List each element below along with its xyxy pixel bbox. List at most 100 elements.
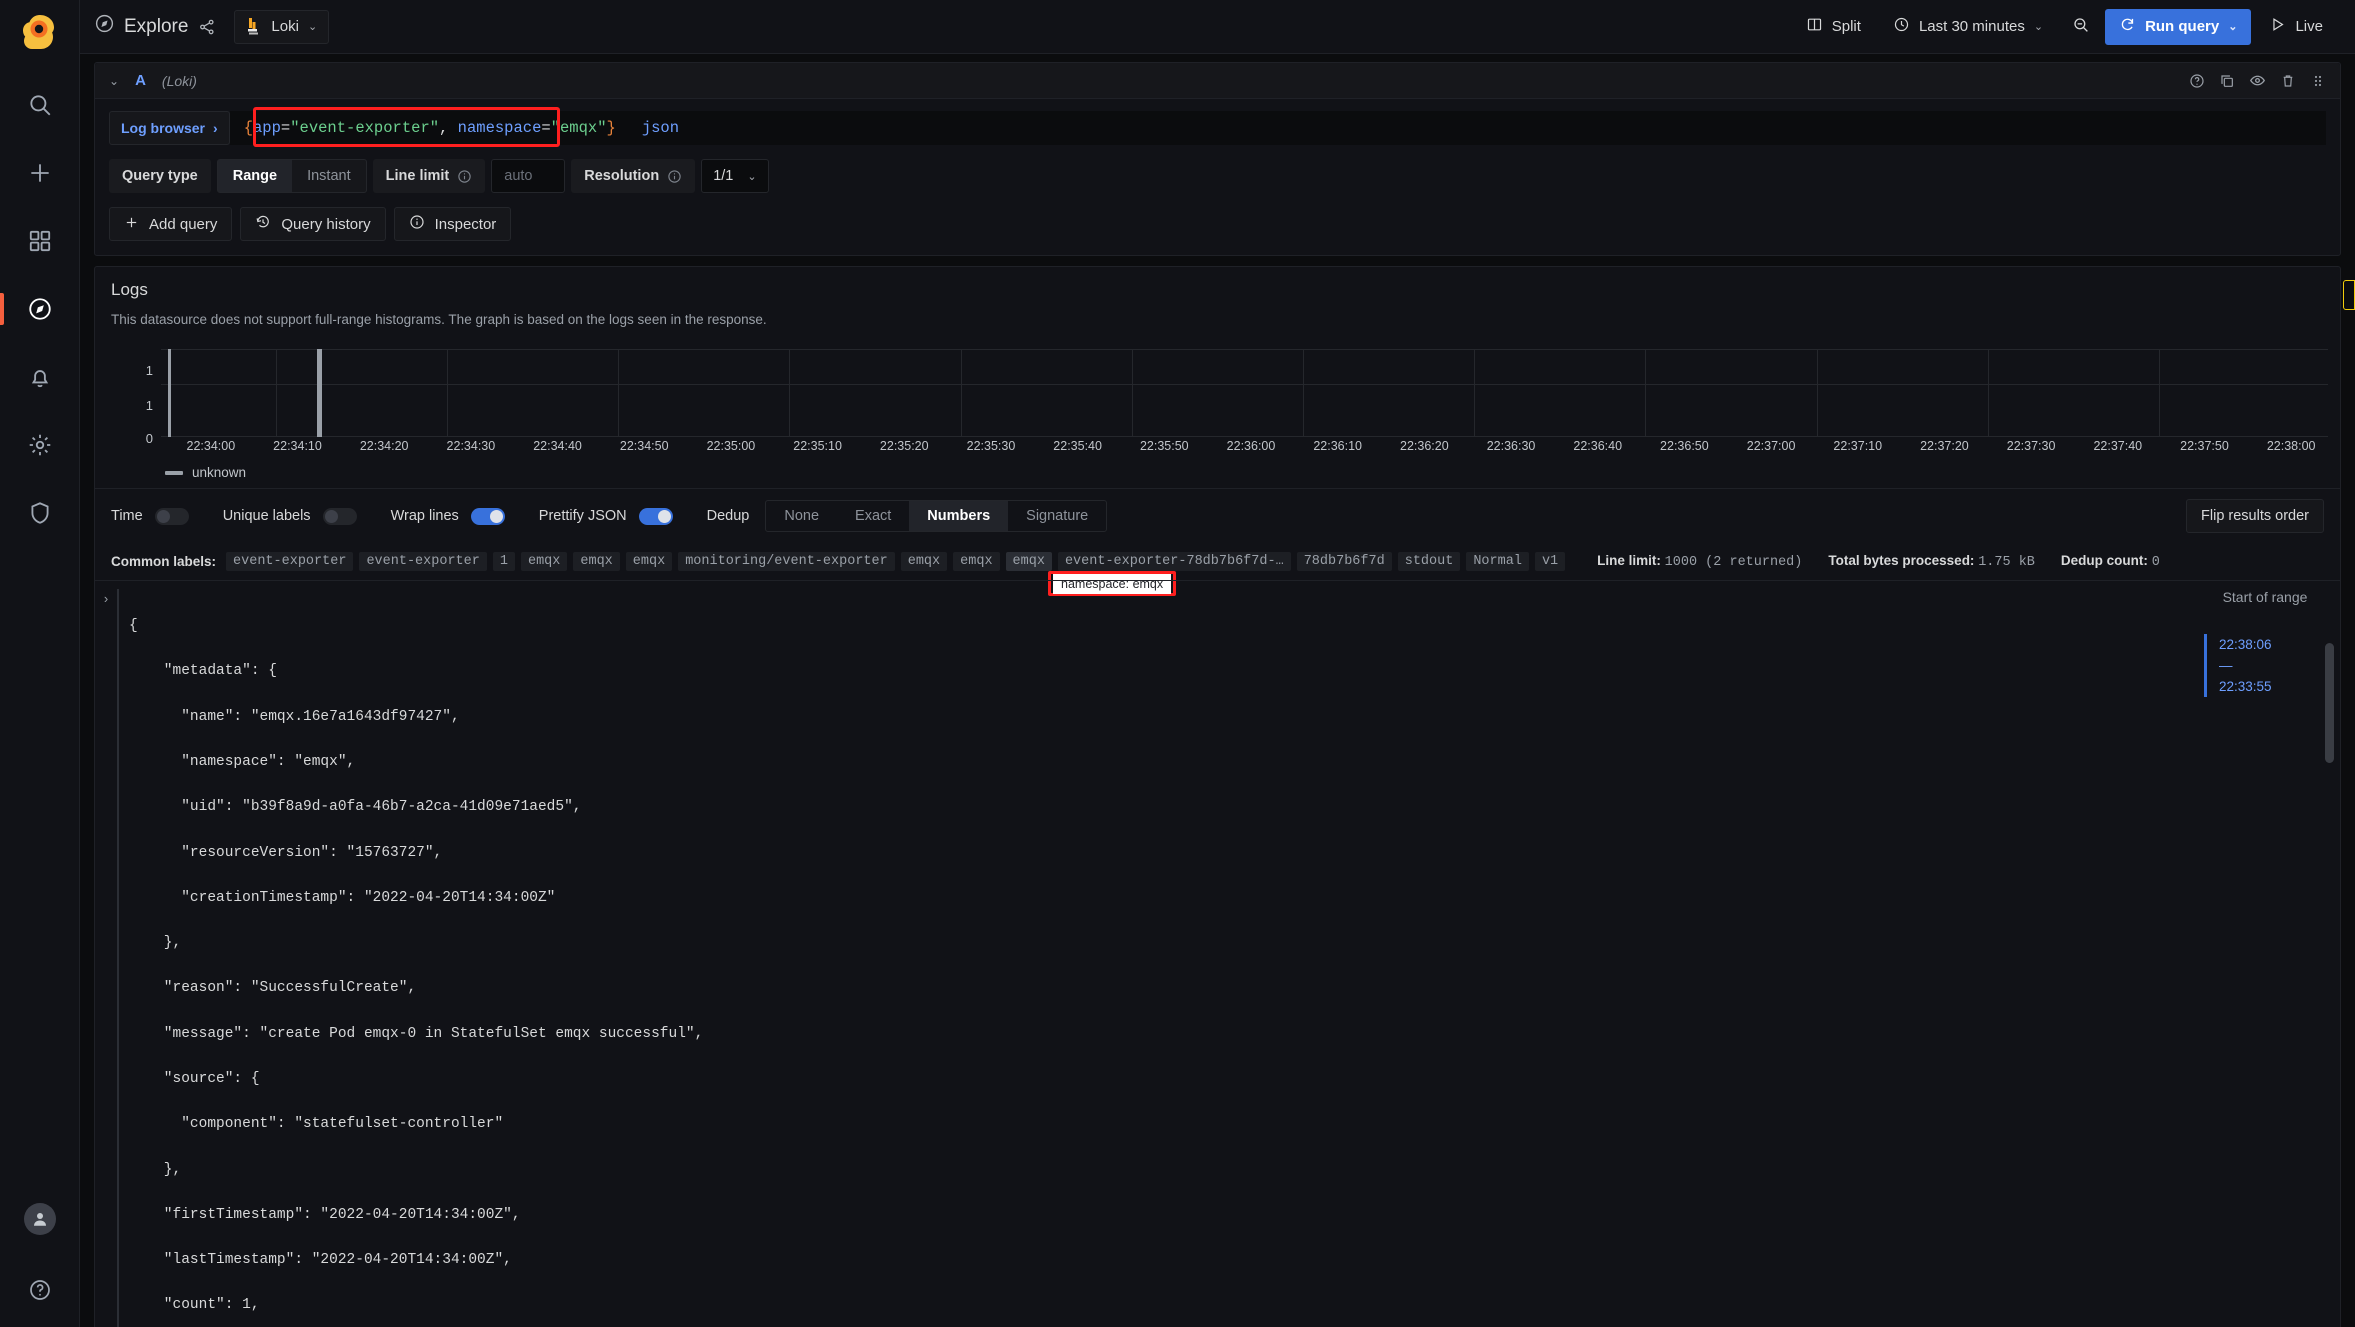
info-icon[interactable] xyxy=(667,169,682,184)
label-chip[interactable]: stdout xyxy=(1397,552,1461,571)
datasource-name: Loki xyxy=(271,18,299,35)
unique-labels-toggle-group: Unique labels xyxy=(223,507,357,525)
copy-icon[interactable] xyxy=(2219,73,2235,89)
label-chip[interactable]: event-exporter xyxy=(359,552,487,571)
resolution-select[interactable]: 1/1 ⌄ xyxy=(701,159,769,193)
log-json-line: "reason": "SuccessfulCreate", xyxy=(129,980,417,997)
bar-1[interactable] xyxy=(317,349,323,437)
query-type-range-option[interactable]: Range xyxy=(217,160,293,192)
zoom-out-button[interactable] xyxy=(2061,9,2101,45)
eye-icon[interactable] xyxy=(2249,72,2266,89)
unique-labels-toggle[interactable] xyxy=(322,507,357,525)
zoom-out-icon xyxy=(2072,16,2090,38)
add-query-button[interactable]: Add query xyxy=(109,207,233,241)
label-chip[interactable]: event-exporter-78db7b6f7d-… xyxy=(1057,552,1291,571)
time-range-picker[interactable]: Last 30 minutes ⌄ xyxy=(1879,9,2057,45)
split-button[interactable]: Split xyxy=(1792,9,1875,45)
dedup-radio-group[interactable]: None Exact Numbers Signature xyxy=(765,500,1108,532)
query-row-letter[interactable]: A xyxy=(135,72,146,89)
toolbar-left: Explore Loki ⌄ xyxy=(94,9,330,44)
chevron-down-icon: ⌄ xyxy=(2033,21,2044,33)
label-chip[interactable]: emqx xyxy=(573,552,620,571)
sidebar-item-configuration[interactable] xyxy=(13,418,67,472)
right-edge-indicator xyxy=(2343,280,2355,310)
log-json-body[interactable]: { "metadata": { "name": "emqx.16e7a1643d… xyxy=(117,589,2190,1327)
sidebar-item-add[interactable] xyxy=(13,146,67,200)
resolution-text: Resolution xyxy=(584,168,660,184)
prettify-json-toggle[interactable] xyxy=(638,507,673,525)
loki-icon xyxy=(246,17,262,37)
x-tick: 22:35:20 xyxy=(879,439,929,453)
query-history-button[interactable]: Query history xyxy=(240,207,386,241)
collapse-chevron-icon[interactable]: ⌄ xyxy=(109,74,119,88)
run-query-button[interactable]: Run query ⌄ xyxy=(2105,8,2252,45)
query-row-actions xyxy=(2189,72,2326,89)
chevron-down-icon: ⌄ xyxy=(747,170,757,183)
sidebar-item-explore[interactable] xyxy=(13,282,67,336)
query-editor-card: ⌄ A (Loki) Log browser › {app="event-exp… xyxy=(94,62,2341,256)
live-button[interactable]: Live xyxy=(2255,9,2337,45)
plot-area[interactable] xyxy=(161,349,2328,437)
query-type-radio-group[interactable]: Range Instant xyxy=(216,159,367,193)
wrap-lines-toggle-group: Wrap lines xyxy=(391,507,505,525)
logs-histogram-note: This datasource does not support full-ra… xyxy=(111,312,767,327)
common-labels-row: Common labels: event-exporter event-expo… xyxy=(95,545,2340,596)
label-chip-hovered[interactable]: emqx xyxy=(1005,552,1052,571)
run-query-label: Run query xyxy=(2145,18,2220,35)
label-chip[interactable]: emqx xyxy=(953,552,1000,571)
chart-legend[interactable]: unknown xyxy=(95,459,2340,488)
bar-0[interactable] xyxy=(167,349,171,437)
inspector-button[interactable]: Inspector xyxy=(393,207,512,241)
log-json-line: "resourceVersion": "15763727", xyxy=(129,844,443,861)
log-expand-toggle[interactable]: › xyxy=(95,589,117,1327)
label-chip[interactable]: v1 xyxy=(1534,552,1566,571)
help-icon[interactable] xyxy=(13,1263,67,1317)
nav-rail xyxy=(0,0,80,1327)
label-chip[interactable]: 78db7b6f7d xyxy=(1296,552,1392,571)
wrap-lines-toggle[interactable] xyxy=(470,507,505,525)
log-json-line: }, xyxy=(129,1161,182,1178)
trash-icon[interactable] xyxy=(2280,73,2296,89)
vertical-scrollbar[interactable] xyxy=(2325,643,2334,763)
label-chip[interactable]: emqx xyxy=(625,552,673,571)
label-chip[interactable]: 1 xyxy=(492,552,515,571)
top-toolbar: Explore Loki ⌄ Split Last 30 minutes ⌄ R… xyxy=(80,0,2355,54)
label-chip[interactable]: event-exporter xyxy=(226,552,354,571)
datasource-picker[interactable]: Loki ⌄ xyxy=(234,9,330,44)
dedup-option-signature[interactable]: Signature xyxy=(1008,501,1106,531)
label-chip[interactable]: Normal xyxy=(1466,552,1529,571)
live-label: Live xyxy=(2295,18,2323,35)
grafana-logo-icon[interactable] xyxy=(16,8,64,56)
query-type-instant-option[interactable]: Instant xyxy=(292,160,366,192)
play-icon xyxy=(2269,16,2286,37)
query-expression-input[interactable]: {app="event-exporter", namespace="emqx"}… xyxy=(229,111,2326,145)
flip-results-order-button[interactable]: Flip results order xyxy=(2186,499,2324,533)
avatar[interactable] xyxy=(23,1203,56,1235)
dedup-option-exact[interactable]: Exact xyxy=(837,501,909,531)
help-icon[interactable] xyxy=(2189,73,2205,89)
sidebar-item-alerting[interactable] xyxy=(13,350,67,404)
log-browser-button[interactable]: Log browser › xyxy=(109,111,230,145)
time-toggle[interactable] xyxy=(154,507,189,525)
drag-handle-icon[interactable] xyxy=(2310,73,2326,89)
info-icon[interactable] xyxy=(457,169,472,184)
history-icon xyxy=(255,214,271,234)
y-tick-0: 1 xyxy=(145,363,153,378)
toolbar-right: Split Last 30 minutes ⌄ Run query ⌄ Live xyxy=(1792,8,2337,45)
label-chip[interactable]: emqx xyxy=(900,552,948,571)
sidebar-item-search[interactable] xyxy=(13,78,67,132)
logs-histogram-graph[interactable]: 1 1 0 22:34:00 22:34:10 22:34:20 22:34:3… xyxy=(95,339,2340,459)
time-toggle-group: Time xyxy=(111,507,189,525)
sidebar-item-shield[interactable] xyxy=(13,486,67,540)
line-limit-input[interactable]: auto xyxy=(491,159,566,193)
share-icon[interactable] xyxy=(198,18,216,36)
prettify-json-toggle-group: Prettify JSON xyxy=(539,507,673,525)
dedup-option-none[interactable]: None xyxy=(766,501,837,531)
time-range-label: Last 30 minutes xyxy=(1918,18,2025,35)
sidebar-item-dashboards[interactable] xyxy=(13,214,67,268)
range-end-time: 22:33:55 xyxy=(2219,679,2272,694)
stat-line-limit: Line limit: 1000 (2 returned) xyxy=(1597,553,1802,570)
dedup-option-numbers[interactable]: Numbers xyxy=(909,501,1009,531)
label-chip[interactable]: monitoring/event-exporter xyxy=(678,552,895,571)
label-chip[interactable]: emqx xyxy=(520,552,568,571)
